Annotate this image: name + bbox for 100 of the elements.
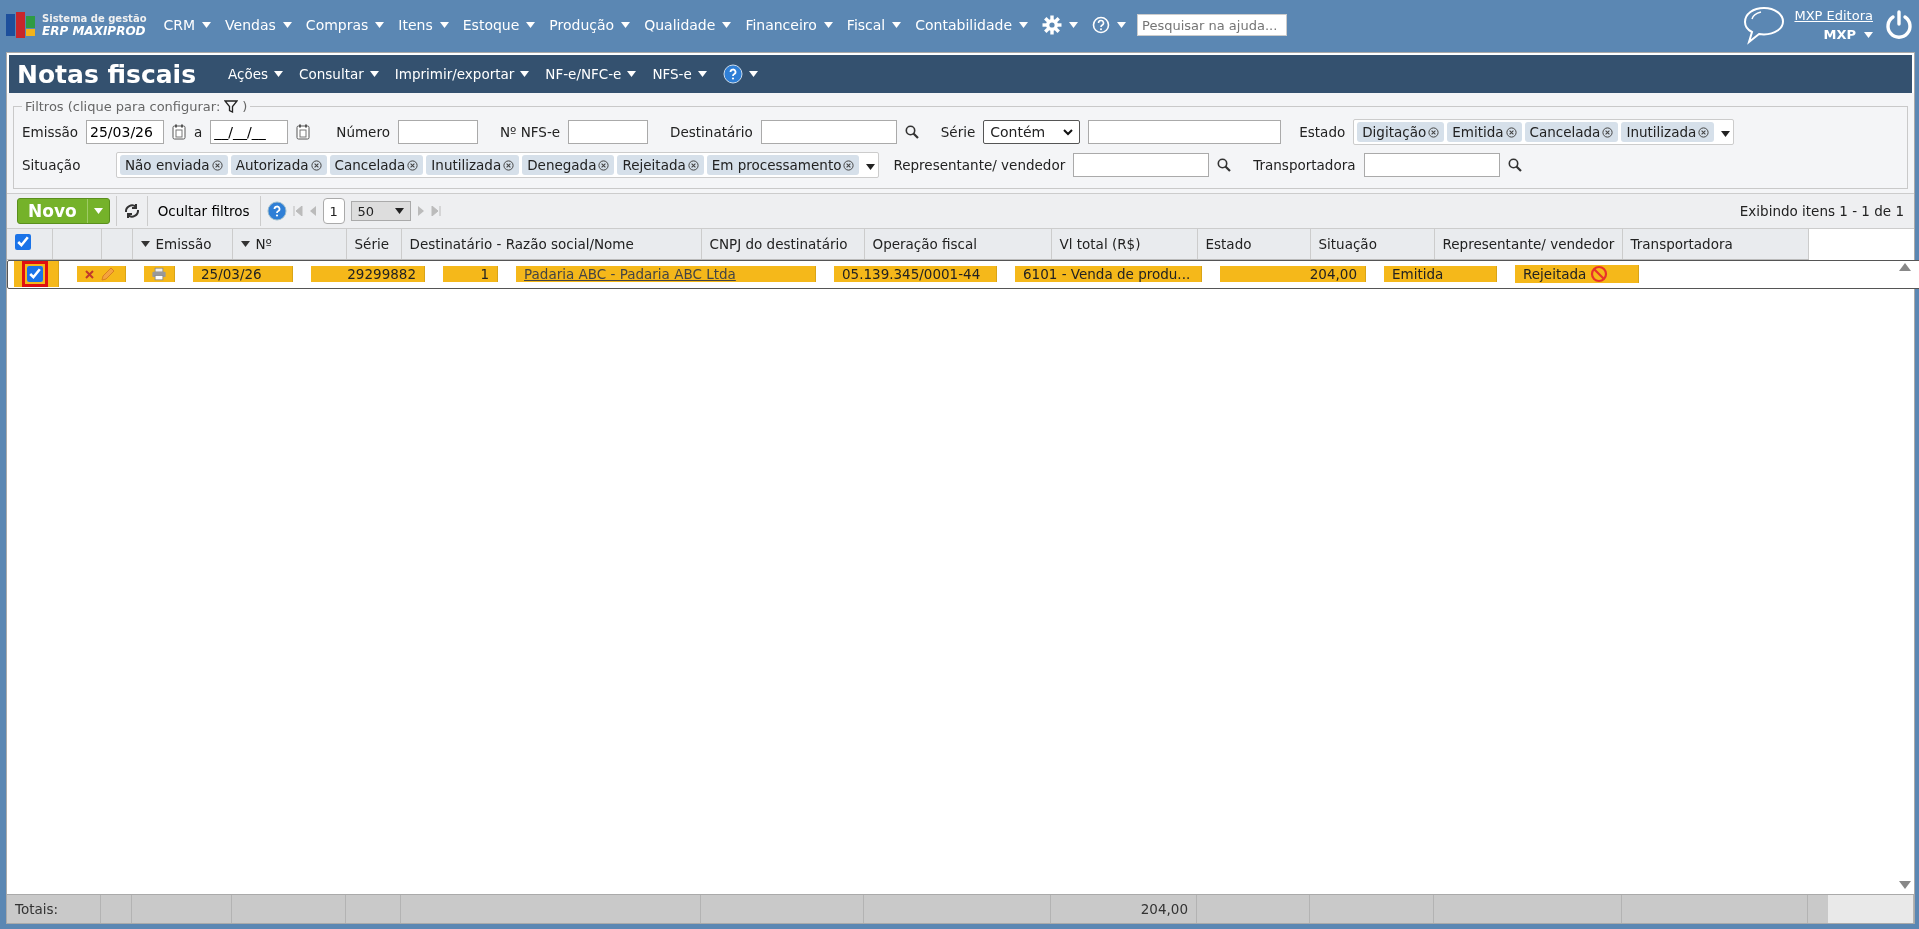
remove-icon[interactable]	[407, 159, 419, 171]
select-all-checkbox[interactable]	[15, 234, 31, 251]
totals-value: 204,00	[1140, 901, 1188, 917]
search-icon[interactable]	[1507, 158, 1522, 172]
row-checkbox[interactable]	[27, 266, 43, 282]
filter-tag[interactable]: Inutilizada	[1621, 122, 1715, 142]
power-icon[interactable]	[1885, 10, 1913, 40]
column-header[interactable]: Operação fiscal	[864, 229, 1051, 259]
filter-tag[interactable]: Emitida	[1447, 122, 1522, 142]
table-row[interactable]: 25/03/26 29299882 1 Padaria ABC - Padaria ABC Ltda 05.139.345/0001-44 6101 - Venda de produ... 204,00 Emitida Rejeitada	[7, 259, 1919, 289]
calendar-icon[interactable]	[172, 124, 187, 140]
page-number-field[interactable]: 1	[322, 198, 345, 224]
date-field[interactable]: __/__/__	[210, 120, 289, 144]
search-icon[interactable]	[1217, 158, 1232, 172]
caret-icon	[274, 71, 284, 77]
menu-item[interactable]: Qualidade	[637, 17, 739, 33]
help-search-field[interactable]: Pesquisar na ajuda...	[1137, 14, 1288, 36]
filter-tag[interactable]: Em processamento	[706, 155, 860, 175]
carrier-field[interactable]	[1363, 153, 1500, 177]
page-menu-item[interactable]: Consultar	[293, 66, 385, 82]
help-icon[interactable]	[266, 201, 287, 221]
caret-icon	[1864, 31, 1873, 38]
column-header[interactable]: Destinatário - Razão social/Nome	[401, 229, 701, 259]
menu-item[interactable]: Vendas	[218, 17, 299, 33]
column-header[interactable]: Representante/ vendedor	[1434, 229, 1622, 259]
filter-tag[interactable]: Inutilizada	[426, 155, 520, 175]
menu-item[interactable]: Estoque	[455, 17, 543, 33]
caret-icon	[1069, 22, 1079, 28]
column-header[interactable]: Nº	[232, 229, 346, 259]
menu-item[interactable]: Itens	[391, 17, 456, 33]
search-icon[interactable]	[904, 125, 919, 139]
menu-item[interactable]: Fiscal	[839, 17, 909, 33]
caret-icon	[369, 71, 379, 77]
filter-tag[interactable]: Rejeitada	[617, 155, 704, 175]
caret-icon	[202, 22, 212, 28]
number-field[interactable]	[397, 120, 478, 144]
page-menu-item[interactable]: Imprimir/exportar	[388, 66, 536, 82]
filter-tag[interactable]: Digitação	[1357, 122, 1445, 142]
page-size-select[interactable]: 50	[350, 201, 411, 221]
recipient-field[interactable]	[760, 120, 897, 144]
filter-tag[interactable]: Denegada	[522, 155, 615, 175]
caret-icon	[892, 22, 902, 28]
column-header[interactable]: Emissão	[132, 229, 232, 259]
menu-item[interactable]: Contabilidade	[908, 17, 1036, 33]
caret-icon	[627, 71, 637, 77]
remove-icon[interactable]	[598, 159, 610, 171]
filter-icon[interactable]	[224, 100, 239, 113]
remove-icon[interactable]	[843, 159, 855, 171]
page-menu-item[interactable]: NFS-e	[646, 66, 713, 82]
series-field[interactable]	[1088, 120, 1282, 144]
remove-icon[interactable]	[1428, 126, 1440, 138]
tag-select-field[interactable]: Não enviada Autorizada Cancelada Inutilizada Denegada Rejeitada Em processamento	[116, 152, 880, 178]
menu-item[interactable]: Produção	[542, 17, 638, 33]
scroll-down-icon[interactable]	[1899, 881, 1911, 889]
caret-icon	[520, 71, 530, 77]
column-header[interactable]: Situação	[1310, 229, 1434, 259]
field-label: Série	[940, 124, 976, 140]
column-header[interactable]: Estado	[1197, 229, 1310, 259]
column-header[interactable]: CNPJ do destinatário	[701, 229, 864, 259]
representative-field[interactable]	[1073, 153, 1210, 177]
operator-select[interactable]: Contém	[983, 120, 1081, 144]
remove-icon[interactable]	[1698, 126, 1710, 138]
field-label: Situação	[22, 157, 82, 173]
remove-icon[interactable]	[310, 159, 322, 171]
menu-item[interactable]: CRM	[156, 17, 219, 33]
calendar-icon[interactable]	[296, 124, 311, 140]
delete-icon[interactable]	[85, 269, 94, 279]
remove-icon[interactable]	[503, 159, 515, 171]
caret-icon	[697, 71, 707, 77]
menu-item[interactable]: Compras	[298, 17, 392, 33]
user-link[interactable]: MXP Editora	[1794, 8, 1873, 23]
menu-item[interactable]: Financeiro	[738, 17, 840, 33]
remove-icon[interactable]	[1505, 126, 1517, 138]
nfse-field[interactable]	[568, 120, 649, 144]
scroll-up-icon[interactable]	[1899, 263, 1911, 271]
column-header[interactable]: Transportadora	[1622, 229, 1808, 259]
table-cell: 05.139.345/0001-44	[842, 266, 981, 282]
hide-filters-button[interactable]: Ocultar filtros	[153, 203, 254, 219]
tag-select-field[interactable]: Digitação Emitida Cancelada Inutilizada	[1353, 119, 1735, 145]
table-cell: 29299882	[347, 266, 416, 282]
page-menu-item[interactable]: NF-e/NFC-e	[539, 66, 643, 82]
company-menu[interactable]: MXP	[1823, 27, 1873, 42]
field-label: Emissão	[22, 124, 79, 140]
filter-tag[interactable]: Cancelada	[1524, 122, 1619, 142]
table-cell: 204,00	[1309, 266, 1357, 282]
filter-tag[interactable]: Autorizada	[230, 155, 327, 175]
printer-icon[interactable]	[152, 266, 166, 282]
remove-icon[interactable]	[1602, 126, 1614, 138]
remove-icon[interactable]	[211, 159, 223, 171]
filter-tag[interactable]: Cancelada	[329, 155, 424, 175]
date-field[interactable]: 25/03/26	[86, 120, 165, 144]
chat-icon[interactable]	[1742, 5, 1787, 45]
prohibited-icon	[1590, 265, 1609, 283]
filter-tag[interactable]: Não enviada	[120, 155, 228, 175]
remove-icon[interactable]	[687, 159, 699, 171]
column-header[interactable]: Série	[346, 229, 401, 259]
column-header[interactable]: Vl total (R$)	[1051, 229, 1197, 259]
page-menu-item[interactable]: Ações	[222, 66, 290, 82]
refresh-icon[interactable]	[122, 203, 141, 219]
caret-icon	[1721, 130, 1731, 137]
